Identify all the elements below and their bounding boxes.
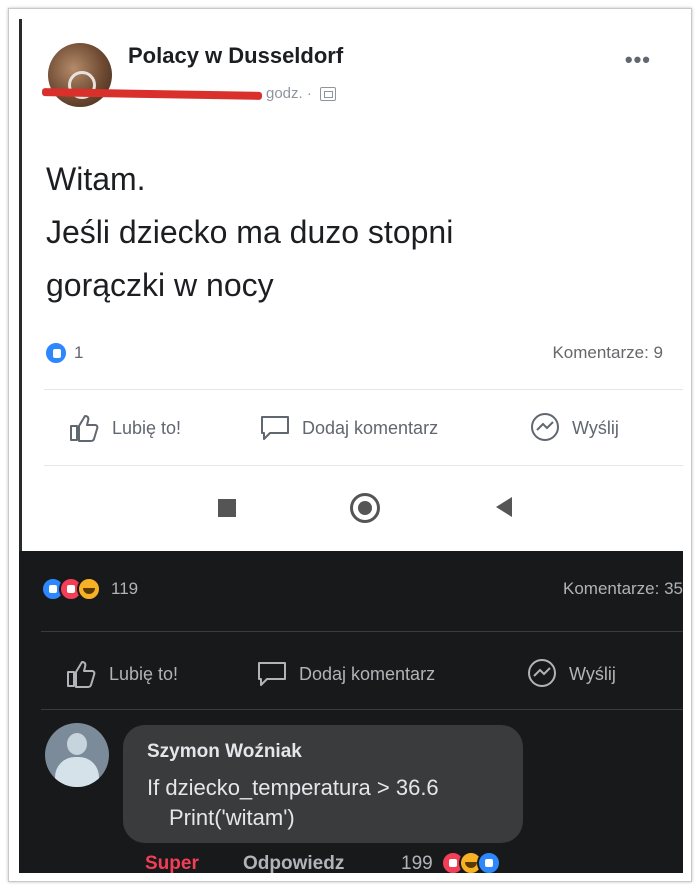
comment-label: Dodaj komentarz — [302, 417, 439, 438]
comment-bubble: Szymon Woźniak If dziecko_temperatura > … — [123, 725, 523, 843]
divider — [44, 465, 683, 466]
send-label: Wyślij — [572, 417, 619, 438]
messenger-icon — [528, 659, 556, 687]
more-dots-icon[interactable]: ••• — [625, 47, 651, 73]
post-actions: Lubię to! Dodaj komentarz Wyślij — [19, 649, 683, 699]
screenshot-content: Polacy w Dusseldorf godz. · ••• Witam. J… — [19, 19, 683, 873]
reaction-count[interactable]: 119 — [111, 579, 138, 599]
like-label: Lubię to! — [109, 663, 179, 684]
thumbs-up-icon — [70, 415, 99, 442]
comment-actions: Super Odpowiedz 199 — [145, 851, 501, 873]
globe-icon — [320, 87, 337, 102]
commenter-name[interactable]: Szymon Woźniak — [147, 741, 302, 763]
like-button[interactable]: Lubię to! — [68, 413, 181, 443]
divider — [41, 709, 683, 710]
post-meta: godz. · — [41, 85, 337, 102]
like-label: Lubię to! — [112, 417, 182, 438]
comment-text-line: If dziecko_temperatura > 36.6 — [147, 775, 439, 800]
post-top: Polacy w Dusseldorf godz. · ••• Witam. J… — [19, 19, 683, 551]
comment-button[interactable]: Dodaj komentarz — [258, 413, 438, 443]
post-text-line: gorączki w nocy — [46, 267, 274, 303]
like-button[interactable]: Lubię to! — [65, 659, 178, 689]
messenger-icon — [531, 413, 559, 441]
comment-label: Dodaj komentarz — [299, 663, 436, 684]
post-text-line: Witam. — [46, 161, 146, 197]
commenter-avatar[interactable] — [45, 723, 109, 787]
comments-count[interactable]: Komentarze: 9 — [552, 343, 663, 363]
like-reaction-icon — [477, 851, 501, 873]
reaction-given-button[interactable]: Super — [145, 853, 199, 873]
post-time: godz. · — [266, 85, 312, 102]
post-actions: Lubię to! Dodaj komentarz Wyślij — [22, 403, 683, 453]
screenshot-frame: Polacy w Dusseldorf godz. · ••• Witam. J… — [8, 8, 692, 882]
haha-reaction-icon — [77, 577, 101, 601]
thumbs-up-icon — [67, 661, 96, 688]
like-reaction-icon — [44, 341, 68, 365]
back-icon[interactable] — [496, 497, 512, 517]
recents-icon[interactable] — [218, 499, 236, 517]
post-text-line: Jeśli dziecko ma duzo stopni — [46, 214, 454, 250]
reaction-count[interactable]: 1 — [74, 343, 83, 363]
comment-button[interactable]: Dodaj komentarz — [255, 659, 435, 689]
comment-bubble-icon — [258, 662, 286, 686]
home-icon[interactable] — [350, 493, 380, 523]
post-text: Witam. Jeśli dziecko ma duzo stopni gorą… — [46, 153, 646, 312]
comment-bubble-icon — [261, 416, 289, 440]
comment-text-line: Print('witam') — [169, 805, 295, 830]
comments-count[interactable]: Komentarze: 35 — [563, 579, 683, 599]
comment-reactions[interactable] — [441, 851, 531, 873]
android-nav-bar — [22, 489, 683, 529]
group-avatar[interactable] — [48, 43, 112, 107]
group-name[interactable]: Polacy w Dusseldorf — [128, 43, 343, 69]
divider — [41, 631, 683, 632]
comment-reaction-count[interactable]: 199 — [401, 853, 433, 873]
post-bottom: 119 Komentarze: 35 Lubię to! Dodaj komen… — [19, 551, 683, 873]
send-button[interactable]: Wyślij — [525, 657, 616, 691]
send-label: Wyślij — [569, 663, 616, 684]
divider — [44, 389, 683, 390]
send-button[interactable]: Wyślij — [528, 411, 619, 445]
reply-button[interactable]: Odpowiedz — [243, 853, 344, 873]
